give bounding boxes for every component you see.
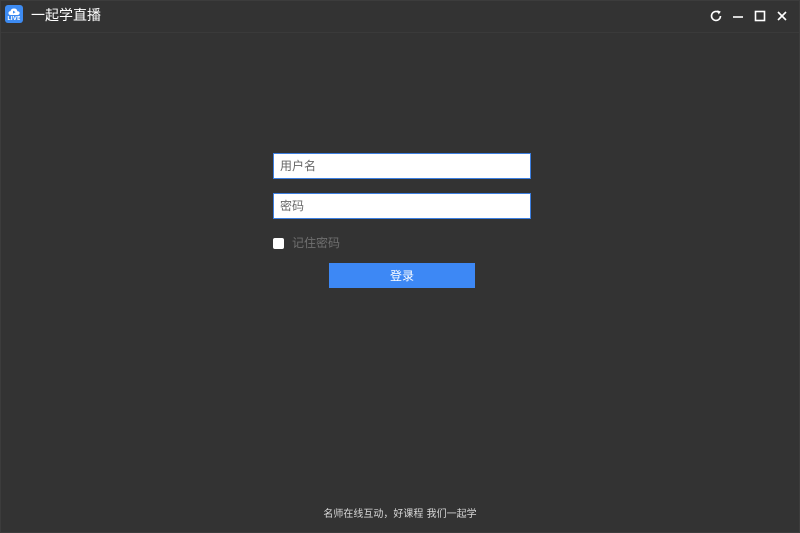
app-logo: LIVE	[5, 5, 23, 23]
title-bar: LIVE 一起学直播	[1, 1, 799, 33]
footer-slogan: 名师在线互动，好课程 我们一起学	[323, 509, 477, 520]
minimize-button[interactable]	[727, 6, 749, 26]
remember-password-checkbox[interactable]	[273, 237, 284, 249]
window-controls	[705, 6, 793, 26]
minimize-icon	[733, 16, 743, 18]
app-window: LIVE 一起学直播 用户名 记住密码 登录 名师在线互动，好课程 我们一起学	[0, 0, 800, 533]
refresh-button[interactable]	[705, 6, 727, 26]
remember-password-label: 记住密码	[292, 236, 341, 250]
login-button[interactable]: 登录	[329, 263, 475, 288]
close-icon	[777, 11, 787, 21]
username-input[interactable]	[273, 153, 531, 179]
refresh-icon	[710, 10, 722, 22]
logo-text: LIVE	[7, 16, 21, 22]
close-button[interactable]	[771, 6, 793, 26]
password-input[interactable]	[273, 193, 531, 219]
remember-password: 记住密码	[273, 236, 340, 250]
login-form: 记住密码 登录	[273, 153, 531, 288]
maximize-button[interactable]	[749, 6, 771, 26]
app-title: 一起学直播	[31, 8, 101, 24]
maximize-icon	[754, 10, 766, 22]
cloud-icon	[8, 8, 20, 15]
